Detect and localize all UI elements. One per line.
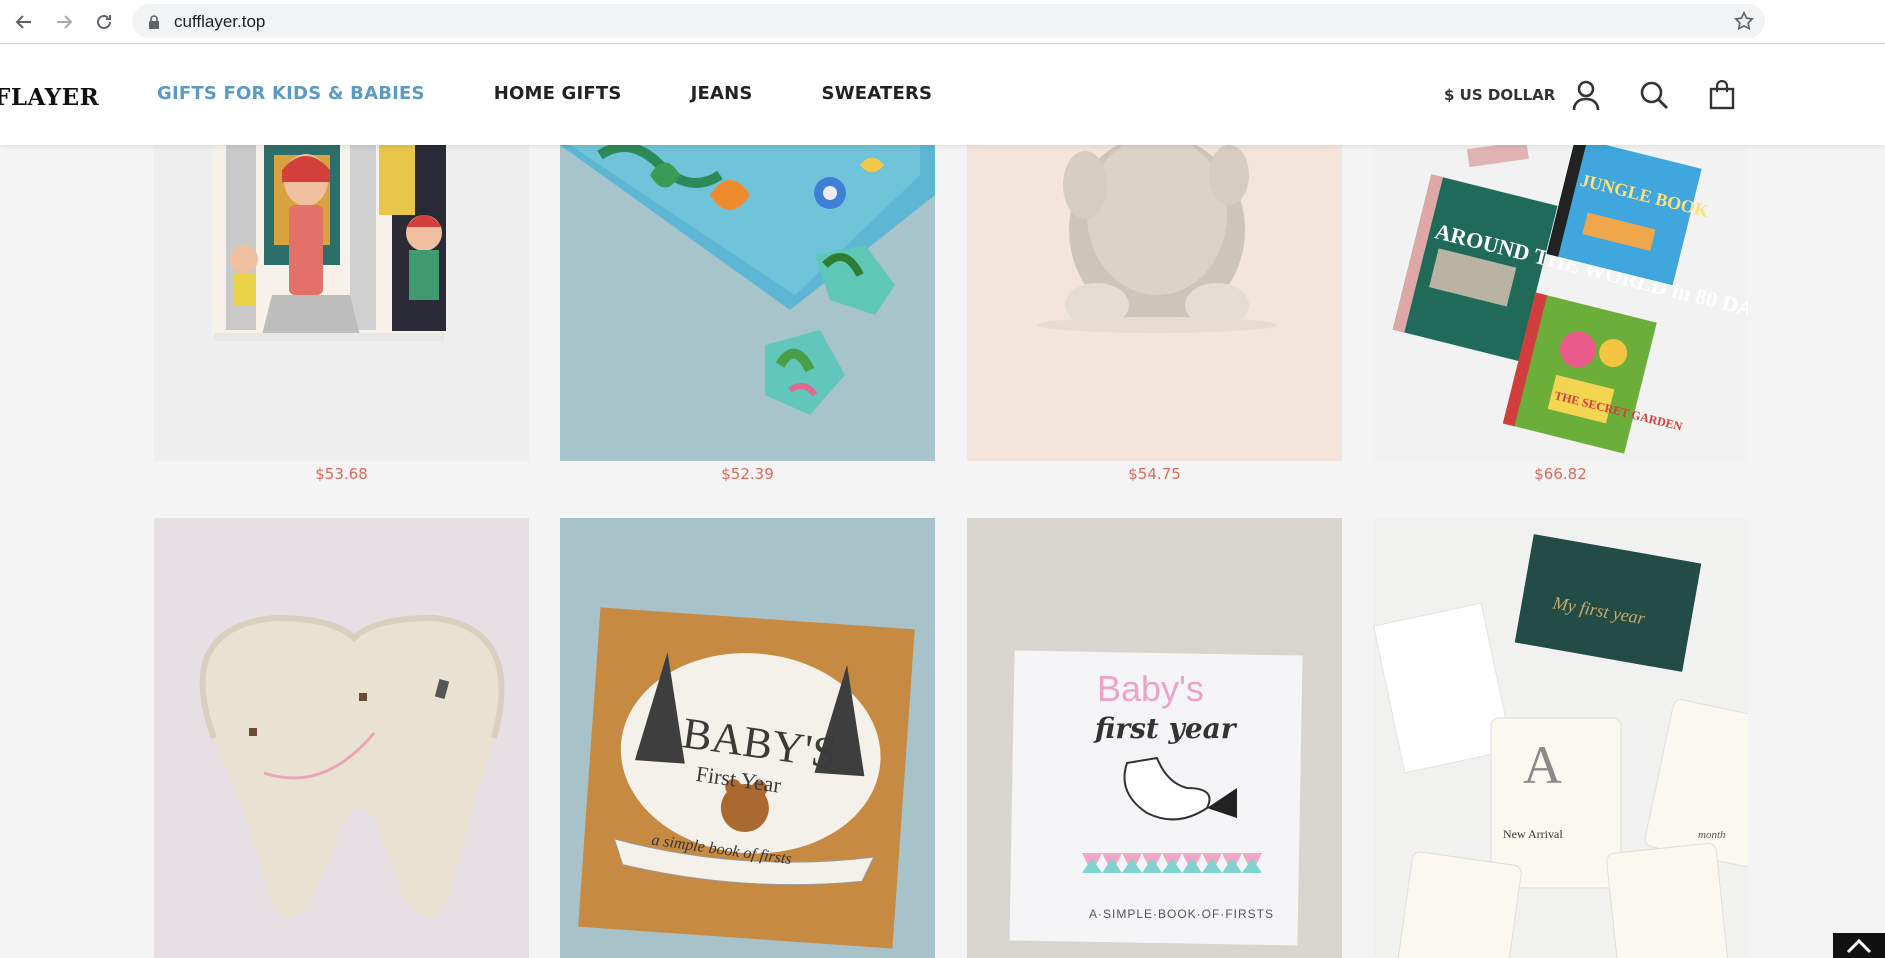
site-logo[interactable]: FLAYER: [0, 84, 99, 111]
product-card[interactable]: $54.75: [967, 145, 1342, 483]
bookmark-star-icon[interactable]: [1733, 10, 1755, 37]
account-icon[interactable]: [1569, 78, 1603, 112]
product-image[interactable]: [560, 145, 935, 461]
product-image[interactable]: [967, 145, 1342, 461]
chevron-up-icon: [1846, 938, 1872, 953]
product-image[interactable]: My first year A New Arrival month: [1373, 518, 1748, 958]
card-text-2: month: [1698, 829, 1726, 841]
product-card[interactable]: My first year A New Arrival month: [1373, 518, 1748, 958]
product-price: $54.75: [1128, 465, 1181, 483]
currency-selector[interactable]: $ US DOLLAR: [1444, 86, 1555, 104]
url-text: cufflayer.top: [174, 12, 266, 31]
reload-icon[interactable]: [90, 8, 118, 36]
back-arrow-icon[interactable]: [10, 8, 38, 36]
svg-text:A: A: [1523, 735, 1562, 795]
address-bar[interactable]: cufflayer.top: [132, 4, 1765, 38]
product-card[interactable]: $53.68: [154, 145, 529, 483]
product-card[interactable]: [154, 518, 529, 958]
menu-item-gifts-kids[interactable]: GIFTS FOR KIDS & BABIES: [157, 83, 425, 104]
menu-item-sweaters[interactable]: SWEATERS: [822, 83, 933, 104]
main-menu: GIFTS FOR KIDS & BABIES HOME GIFTS JEANS…: [157, 83, 1001, 104]
product-image[interactable]: AROUND THE WORLD in 80 DAYS JUNGLE BOOK …: [1373, 145, 1748, 461]
product-card[interactable]: Baby's first year A·SIMPLE·BOOK·OF·FIRST…: [967, 518, 1342, 958]
menu-item-jeans[interactable]: JEANS: [691, 83, 753, 104]
product-card[interactable]: $52.39: [560, 145, 935, 483]
product-image[interactable]: [154, 145, 529, 461]
book-footer: A·SIMPLE·BOOK·OF·FIRSTS: [1089, 907, 1274, 921]
product-price: $66.82: [1534, 465, 1587, 483]
book-title: Baby's: [1097, 668, 1204, 709]
cart-icon[interactable]: [1705, 78, 1739, 112]
product-price: $52.39: [721, 465, 774, 483]
product-card[interactable]: BABY'S First Year a simple book of first…: [560, 518, 935, 958]
card-text: New Arrival: [1503, 827, 1563, 841]
back-to-top-button[interactable]: [1833, 933, 1885, 958]
product-grid: $53.68 $52.39 $54.75 AROUND THE WORLD in…: [0, 145, 1885, 958]
product-price: $53.68: [315, 465, 368, 483]
menu-item-home-gifts[interactable]: HOME GIFTS: [494, 83, 622, 104]
product-image[interactable]: [154, 518, 529, 958]
search-icon[interactable]: [1637, 78, 1671, 112]
site-header: FLAYER GIFTS FOR KIDS & BABIES HOME GIFT…: [0, 45, 1885, 145]
book-subtitle: first year: [1093, 712, 1238, 745]
lock-icon: [148, 15, 160, 34]
product-card[interactable]: AROUND THE WORLD in 80 DAYS JUNGLE BOOK …: [1373, 145, 1748, 483]
forward-arrow-icon[interactable]: [50, 8, 78, 36]
browser-toolbar: cufflayer.top: [0, 0, 1885, 44]
product-image[interactable]: BABY'S First Year a simple book of first…: [560, 518, 935, 958]
product-image[interactable]: Baby's first year A·SIMPLE·BOOK·OF·FIRST…: [967, 518, 1342, 958]
